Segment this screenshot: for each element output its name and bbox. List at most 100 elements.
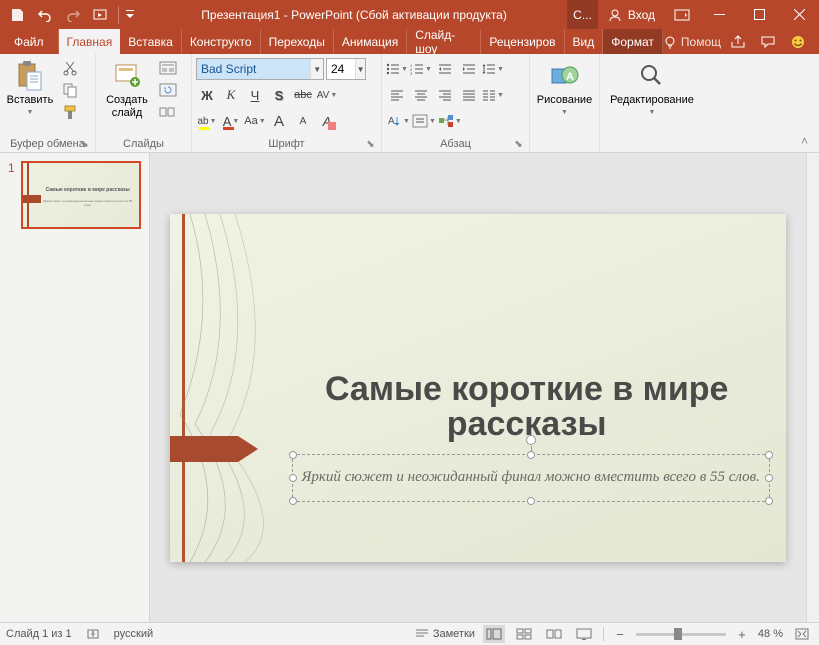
shadow-button[interactable]: S xyxy=(268,84,290,106)
notes-button[interactable]: Заметки xyxy=(415,628,475,640)
resize-handle-sw[interactable] xyxy=(289,497,297,505)
font-size-combo[interactable]: ▼ xyxy=(326,58,366,80)
highlight-button[interactable]: ab▼ xyxy=(196,110,218,132)
zoom-slider[interactable] xyxy=(636,633,726,636)
numbering-button[interactable]: 123▼ xyxy=(410,58,432,80)
tab-view[interactable]: Вид xyxy=(565,29,604,54)
resize-handle-e[interactable] xyxy=(765,474,773,482)
comments-icon[interactable] xyxy=(755,30,781,54)
font-size-dropdown-icon[interactable]: ▼ xyxy=(355,59,365,79)
change-case-button[interactable]: Aa▼ xyxy=(244,110,266,132)
thumb-preview[interactable]: Самые короткие в мире рассказы Яркий сюж… xyxy=(21,161,141,229)
resize-handle-ne[interactable] xyxy=(765,451,773,459)
sign-in-button[interactable]: Вход xyxy=(598,0,665,29)
tab-slideshow[interactable]: Слайд-шоу xyxy=(407,29,481,54)
subtitle-textbox[interactable]: Яркий сюжет и неожиданный финал можно вм… xyxy=(292,454,770,502)
tab-home[interactable]: Главная xyxy=(59,29,121,54)
resize-handle-s[interactable] xyxy=(527,497,535,505)
layout-icon[interactable] xyxy=(158,58,178,78)
resize-handle-nw[interactable] xyxy=(289,451,297,459)
minimize-button[interactable] xyxy=(699,0,739,29)
slide-editor[interactable]: Самые короткие в мире рассказы Яркий сюж… xyxy=(150,153,806,622)
close-button[interactable] xyxy=(779,0,819,29)
ribbon-display-options-icon[interactable] xyxy=(665,0,699,29)
font-color-button[interactable]: А▼ xyxy=(220,110,242,132)
increase-indent-button[interactable] xyxy=(458,58,480,80)
font-name-input[interactable] xyxy=(197,59,310,79)
smiley-icon[interactable] xyxy=(785,30,811,54)
zoom-in-icon[interactable]: + xyxy=(734,626,750,642)
italic-button[interactable]: К xyxy=(220,84,242,106)
slide-counter[interactable]: Слайд 1 из 1 xyxy=(6,628,72,640)
text-direction-button[interactable]: A▼ xyxy=(386,110,410,132)
decrease-indent-button[interactable] xyxy=(434,58,456,80)
paragraph-launcher-icon[interactable]: ⬊ xyxy=(512,138,525,151)
strikethrough-button[interactable]: abc xyxy=(292,84,314,106)
clear-formatting-button[interactable]: A xyxy=(316,110,338,132)
bullets-button[interactable]: ▼ xyxy=(386,58,408,80)
font-name-dropdown-icon[interactable]: ▼ xyxy=(310,59,323,79)
subtitle-text[interactable]: Яркий сюжет и неожиданный финал можно вм… xyxy=(301,469,759,486)
font-name-combo[interactable]: ▼ xyxy=(196,58,324,80)
account-compact[interactable]: С... xyxy=(567,0,598,29)
tab-design[interactable]: Конструкто xyxy=(182,29,261,54)
columns-button[interactable]: ▼ xyxy=(482,84,504,106)
resize-handle-w[interactable] xyxy=(289,474,297,482)
start-from-beginning-icon[interactable] xyxy=(88,3,114,27)
fit-to-window-icon[interactable] xyxy=(791,625,813,643)
language-indicator[interactable]: русский xyxy=(114,628,153,640)
redo-icon[interactable] xyxy=(60,3,86,27)
slideshow-view-icon[interactable] xyxy=(573,625,595,643)
align-left-button[interactable] xyxy=(386,84,408,106)
zoom-out-icon[interactable]: − xyxy=(612,626,628,642)
vertical-scrollbar[interactable] xyxy=(806,153,819,622)
drawing-button[interactable]: A Рисование ▼ xyxy=(534,58,595,120)
line-spacing-button[interactable]: ▼ xyxy=(482,58,504,80)
align-text-button[interactable]: ▼ xyxy=(412,110,436,132)
accessibility-icon[interactable] xyxy=(86,627,100,641)
thumbnail-pane[interactable]: 1 Самые короткие в мире рассказы Яркий с… xyxy=(0,153,150,622)
reset-icon[interactable] xyxy=(158,80,178,100)
clipboard-launcher-icon[interactable]: ⬊ xyxy=(78,138,91,151)
copy-icon[interactable] xyxy=(60,80,80,100)
maximize-button[interactable] xyxy=(739,0,779,29)
char-spacing-button[interactable]: AV▼ xyxy=(316,84,338,106)
zoom-level[interactable]: 48 % xyxy=(758,628,783,640)
justify-button[interactable] xyxy=(458,84,480,106)
tell-me-box[interactable]: Помощ xyxy=(663,35,721,49)
slide-canvas[interactable]: Самые короткие в мире рассказы Яркий сюж… xyxy=(170,214,786,562)
save-icon[interactable] xyxy=(4,3,30,27)
smartart-button[interactable]: ▼ xyxy=(438,110,462,132)
underline-button[interactable]: Ч xyxy=(244,84,266,106)
resize-handle-n[interactable] xyxy=(527,451,535,459)
normal-view-icon[interactable] xyxy=(483,625,505,643)
undo-icon[interactable] xyxy=(32,3,58,27)
tab-insert[interactable]: Вставка xyxy=(120,29,182,54)
tab-animations[interactable]: Анимация xyxy=(334,29,407,54)
tab-review[interactable]: Рецензиров xyxy=(481,29,564,54)
align-center-button[interactable] xyxy=(410,84,432,106)
font-launcher-icon[interactable]: ⬊ xyxy=(364,138,377,151)
paste-button[interactable]: Вставить ▼ xyxy=(4,58,56,120)
slide-title-text[interactable]: Самые короткие в мире рассказы xyxy=(298,372,756,443)
format-painter-icon[interactable] xyxy=(60,102,80,122)
tab-transitions[interactable]: Переходы xyxy=(261,29,334,54)
customize-qat-icon[interactable] xyxy=(123,3,137,27)
section-icon[interactable] xyxy=(158,102,178,122)
shrink-font-button[interactable]: A xyxy=(292,110,314,132)
tab-format[interactable]: Формат xyxy=(603,29,663,54)
grow-font-button[interactable]: A xyxy=(268,110,290,132)
editing-button[interactable]: Редактирование ▼ xyxy=(604,58,700,120)
cut-icon[interactable] xyxy=(60,58,80,78)
sorter-view-icon[interactable] xyxy=(513,625,535,643)
reading-view-icon[interactable] xyxy=(543,625,565,643)
collapse-ribbon-icon[interactable]: ˄ xyxy=(801,134,815,148)
font-size-input[interactable] xyxy=(327,62,355,76)
align-right-button[interactable] xyxy=(434,84,456,106)
zoom-thumb[interactable] xyxy=(674,628,682,640)
slide-thumb-1[interactable]: 1 Самые короткие в мире рассказы Яркий с… xyxy=(8,161,141,229)
tab-file[interactable]: Файл xyxy=(0,29,59,54)
new-slide-button[interactable]: Создать слайд xyxy=(100,58,154,122)
resize-handle-se[interactable] xyxy=(765,497,773,505)
rotate-handle[interactable] xyxy=(526,435,536,445)
